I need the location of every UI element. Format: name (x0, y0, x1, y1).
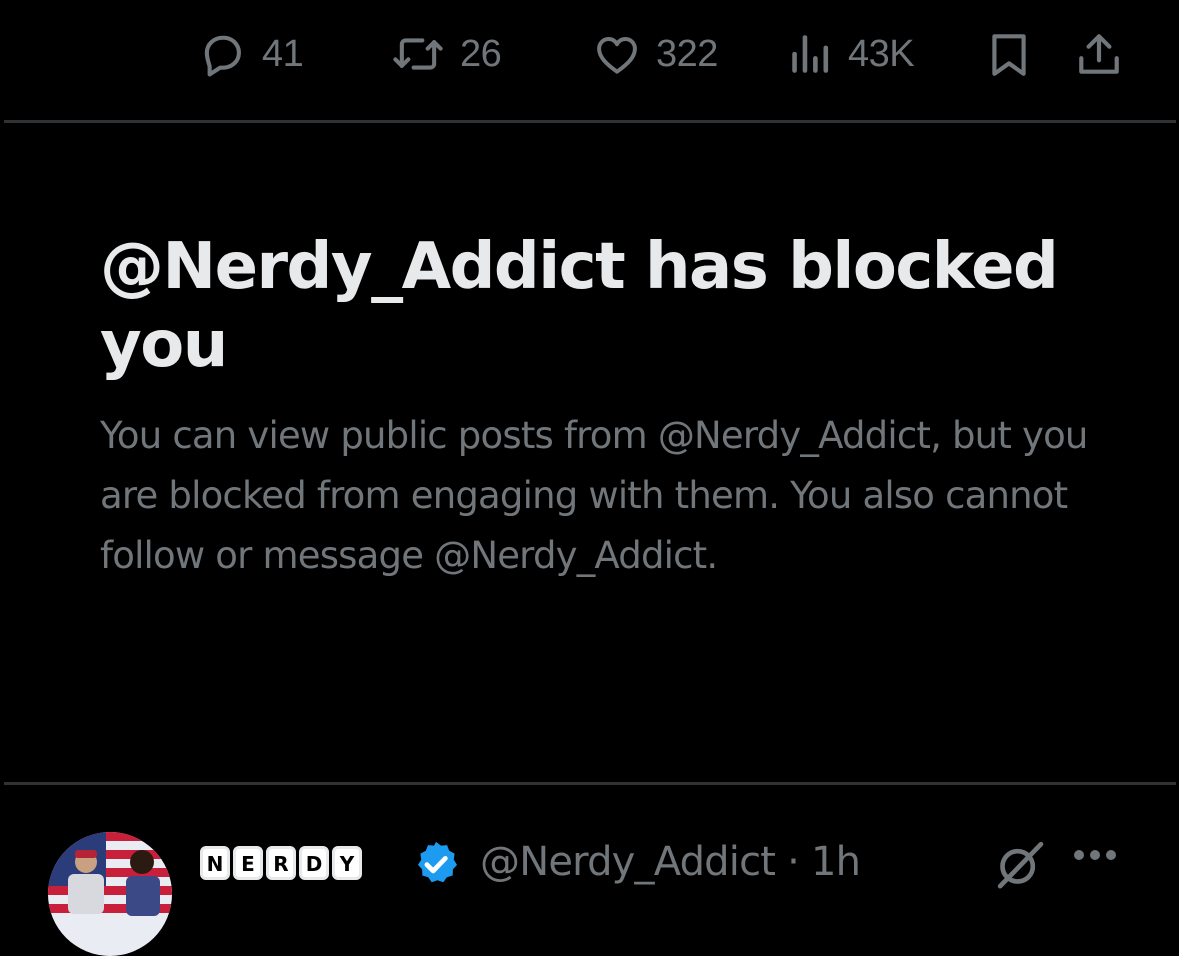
blocked-notice: @Nerdy_Addict has blocked you You can vi… (100, 228, 1120, 586)
separator: · (787, 839, 800, 885)
avatar[interactable] (48, 832, 172, 956)
post-action-bar: 41 26 322 43K (0, 0, 1179, 110)
reply-count: 41 (262, 33, 304, 75)
grok-icon[interactable] (992, 836, 1048, 897)
repost-button[interactable]: 26 (390, 28, 502, 80)
handle-and-time: @Nerdy_Addict · 1h (480, 836, 861, 888)
reply-button[interactable]: 41 (196, 28, 304, 80)
views-count: 43K (848, 33, 915, 75)
share-icon (1074, 28, 1124, 80)
blocked-title: @Nerdy_Addict has blocked you (100, 230, 1059, 382)
name-letter: R (266, 846, 296, 880)
divider-top (4, 120, 1176, 123)
name-letter: D (299, 846, 329, 880)
divider-bottom (4, 782, 1176, 785)
name-letter: N (200, 846, 230, 880)
views-button[interactable]: 43K (788, 28, 915, 80)
like-button[interactable]: 322 (592, 28, 718, 80)
more-icon[interactable] (1074, 850, 1116, 860)
timestamp[interactable]: 1h (811, 839, 861, 885)
repost-icon (390, 28, 446, 80)
verified-badge-icon (410, 838, 462, 895)
like-count: 322 (656, 33, 718, 75)
views-icon (788, 29, 834, 79)
blocked-description: You can view public posts from @Nerdy_Ad… (100, 414, 1088, 577)
display-name[interactable]: N E R D Y (200, 846, 362, 880)
next-post[interactable]: N E R D Y @Nerdy_Addict · 1h (0, 800, 1179, 956)
handle[interactable]: @Nerdy_Addict (480, 839, 776, 885)
repost-count: 26 (460, 33, 502, 75)
name-letter: E (233, 846, 263, 880)
bookmark-button[interactable] (984, 28, 1034, 80)
reply-icon (196, 28, 248, 80)
like-icon (592, 29, 642, 79)
share-button[interactable] (1074, 28, 1124, 80)
name-letter: Y (332, 846, 362, 880)
bookmark-icon (984, 28, 1034, 80)
